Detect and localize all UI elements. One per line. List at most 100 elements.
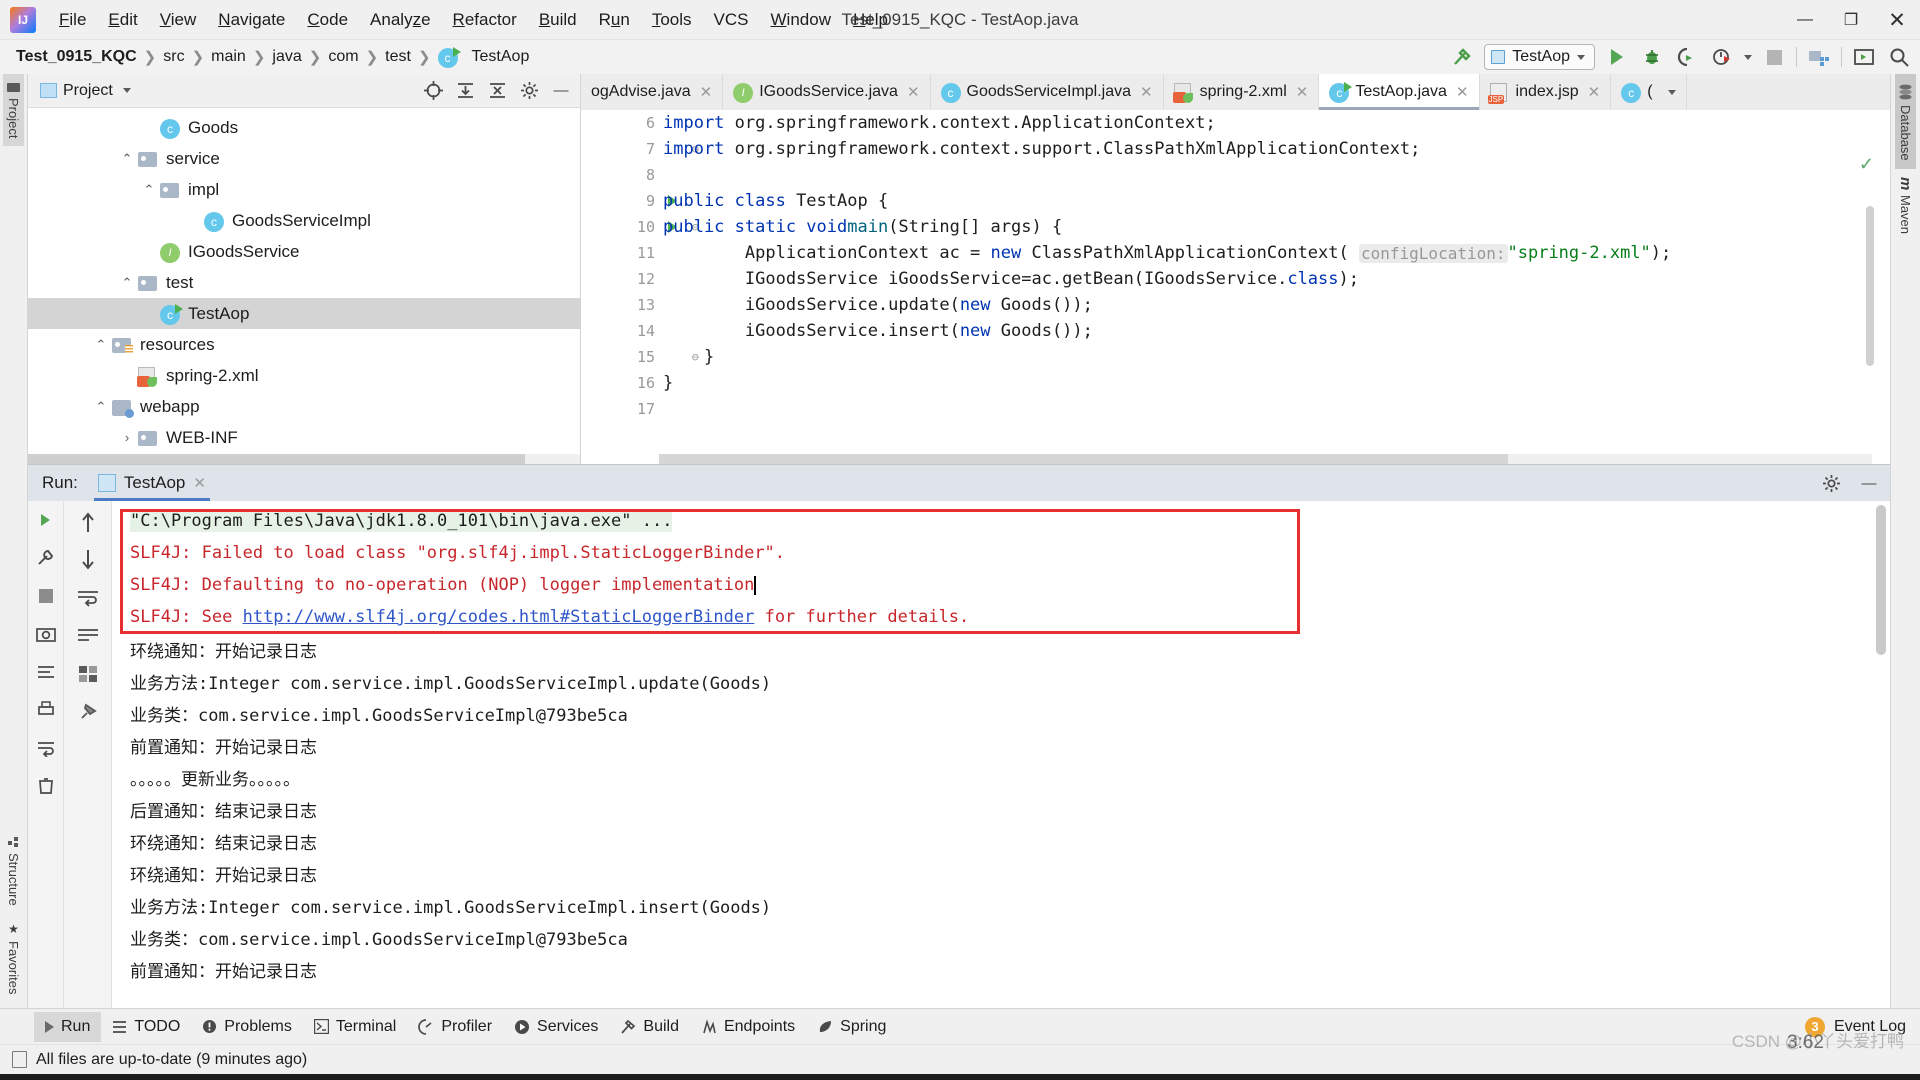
code-text[interactable]: import org.springframework.context.Appli… <box>659 110 1890 464</box>
close-icon[interactable]: ✕ <box>1140 83 1153 101</box>
stop-square-icon[interactable] <box>1761 44 1787 70</box>
breadcrumb-item-java[interactable]: java <box>272 48 301 66</box>
console-vertical-scrollbar[interactable] <box>1876 505 1886 655</box>
menu-help[interactable]: Help <box>842 6 899 34</box>
search-magnifier-icon[interactable] <box>1886 44 1912 70</box>
breadcrumb-item-main[interactable]: main <box>211 48 246 66</box>
pin-icon[interactable] <box>75 699 101 725</box>
editor-tab-partial[interactable]: c ( <box>1611 74 1687 110</box>
tree-twisty-expanded[interactable]: ⌃ <box>138 182 160 198</box>
close-icon[interactable]: ✕ <box>700 83 713 101</box>
tree-twisty-expanded[interactable]: ⌃ <box>90 337 112 353</box>
editor-vertical-scrollbar[interactable] <box>1866 206 1874 366</box>
camera-icon[interactable] <box>33 621 59 647</box>
tree-item-spring2xml[interactable]: spring-2.xml <box>28 360 580 391</box>
print-icon[interactable] <box>33 697 59 723</box>
bottom-tab-services[interactable]: Services <box>503 1012 609 1042</box>
thread-dump-icon[interactable] <box>33 659 59 685</box>
breadcrumb-item-class[interactable]: c TestAop <box>437 47 529 68</box>
tree-item-webinf[interactable]: › WEB-INF <box>28 422 580 453</box>
locate-target-icon[interactable] <box>420 78 446 104</box>
menu-file[interactable]: File <box>48 6 97 34</box>
breadcrumb-item-test[interactable]: test <box>385 48 411 66</box>
chevron-down-icon[interactable] <box>1744 54 1752 60</box>
tree-item-igoodsservice[interactable]: I IGoodsService <box>28 236 580 267</box>
editor-tab-logadvise[interactable]: ogAdvise.java ✕ <box>581 74 724 110</box>
tree-item-webapp[interactable]: ⌃ webapp <box>28 391 580 422</box>
close-icon[interactable]: ✕ <box>907 83 920 101</box>
menu-window[interactable]: Window <box>760 6 842 34</box>
tree-item-resources[interactable]: ⌃ resources <box>28 329 580 360</box>
hammer-icon[interactable] <box>1449 44 1475 70</box>
minimize-icon[interactable]: — <box>1856 470 1882 496</box>
close-icon[interactable]: ✕ <box>193 474 206 492</box>
editor-horizontal-scrollbar[interactable] <box>659 454 1872 464</box>
bottom-tab-build[interactable]: Build <box>609 1012 690 1042</box>
editor-gutter[interactable]: 6 7 ⊖ 8 9 10 ⊖ 11 12 13 14 15 ⊖ 16 17 <box>581 110 699 464</box>
tree-twisty-expanded[interactable]: ⌃ <box>116 151 138 167</box>
menu-view[interactable]: View <box>149 6 208 34</box>
expand-all-icon[interactable] <box>452 78 478 104</box>
run-with-coverage-icon[interactable] <box>1674 44 1700 70</box>
bottom-tab-spring[interactable]: Spring <box>806 1012 897 1042</box>
menu-tools[interactable]: Tools <box>641 6 703 34</box>
tree-item-goods[interactable]: c Goods <box>28 112 580 143</box>
breadcrumb-item-src[interactable]: src <box>163 48 184 66</box>
editor-tab-igoodsservice[interactable]: I IGoodsService.java ✕ <box>723 74 931 110</box>
gear-icon[interactable] <box>516 78 542 104</box>
trash-icon[interactable] <box>33 773 59 799</box>
menu-edit[interactable]: Edit <box>97 6 148 34</box>
soft-wrap-icon[interactable] <box>33 735 59 761</box>
tree-item-service[interactable]: ⌃ service <box>28 143 580 174</box>
bottom-tab-terminal[interactable]: Terminal <box>303 1012 407 1042</box>
profiler-clock-icon[interactable] <box>1709 44 1735 70</box>
collapse-all-icon[interactable] <box>484 78 510 104</box>
bottom-tab-run[interactable]: Run <box>34 1011 102 1042</box>
menu-refactor[interactable]: Refactor <box>442 6 528 34</box>
chevron-down-icon[interactable] <box>1667 89 1676 95</box>
console-output[interactable]: "C:\Program Files\Java\jdk1.8.0_101\bin\… <box>112 501 1890 1008</box>
sidebar-item-database[interactable]: Database <box>1895 74 1916 169</box>
run-tab-testaop[interactable]: TestAop ✕ <box>88 465 216 501</box>
scroll-up-icon[interactable] <box>75 509 101 535</box>
run-configuration-selector[interactable]: TestAop <box>1484 44 1595 70</box>
bottom-tab-profiler[interactable]: Profiler <box>407 1012 503 1042</box>
tree-item-impl[interactable]: ⌃ impl <box>28 174 580 205</box>
editor-tab-spring2xml[interactable]: spring-2.xml ✕ <box>1164 74 1320 110</box>
sidebar-item-maven[interactable]: m Maven <box>1894 169 1917 242</box>
project-horizontal-scrollbar[interactable] <box>28 454 580 464</box>
minimize-button[interactable]: — <box>1782 0 1828 40</box>
sidebar-item-favorites[interactable]: ★ Favorites <box>3 914 24 1002</box>
wrench-settings-icon[interactable] <box>33 545 59 571</box>
tree-twisty-expanded[interactable]: ⌃ <box>116 275 138 291</box>
layout-icon[interactable] <box>75 661 101 687</box>
gear-icon[interactable] <box>1818 470 1844 496</box>
console-hyperlink[interactable]: http://www.slf4j.org/codes.html#StaticLo… <box>243 607 755 627</box>
bottom-tab-endpoints[interactable]: Endpoints <box>690 1012 806 1042</box>
hide-minimize-icon[interactable]: — <box>548 78 574 104</box>
bottom-tab-todo[interactable]: TODO <box>101 1012 191 1042</box>
menu-vcs[interactable]: VCS <box>703 6 760 34</box>
stop-square-icon[interactable] <box>33 583 59 609</box>
debug-bug-icon[interactable] <box>1639 44 1665 70</box>
menu-run[interactable]: Run <box>588 6 641 34</box>
sidebar-item-structure[interactable]: Structure <box>3 828 24 914</box>
chevron-down-icon[interactable] <box>122 88 131 93</box>
maximize-button[interactable]: ❐ <box>1828 0 1874 40</box>
menu-code[interactable]: Code <box>296 6 359 34</box>
bottom-tab-problems[interactable]: Problems <box>191 1012 303 1042</box>
editor-tab-indexjsp[interactable]: index.jsp ✕ <box>1480 74 1612 110</box>
close-icon[interactable]: ✕ <box>1588 83 1601 101</box>
breadcrumb-item-com[interactable]: com <box>328 48 358 66</box>
editor-tab-testaop[interactable]: c TestAop.java ✕ <box>1319 74 1480 110</box>
scroll-down-icon[interactable] <box>75 547 101 573</box>
soft-wrap-toggle-icon[interactable] <box>75 585 101 611</box>
tree-item-testaop[interactable]: c TestAop <box>28 298 580 329</box>
tree-item-goodsserviceimpl[interactable]: c GoodsServiceImpl <box>28 205 580 236</box>
breadcrumb-item-project[interactable]: Test_0915_KQC <box>16 48 137 66</box>
rerun-play-icon[interactable] <box>33 507 59 533</box>
close-icon[interactable]: ✕ <box>1456 83 1469 101</box>
project-tree[interactable]: c Goods ⌃ service ⌃ impl c GoodsServiceI… <box>28 108 580 454</box>
editor-tab-goodsserviceimpl[interactable]: c GoodsServiceImpl.java ✕ <box>931 74 1164 110</box>
tree-item-test[interactable]: ⌃ test <box>28 267 580 298</box>
